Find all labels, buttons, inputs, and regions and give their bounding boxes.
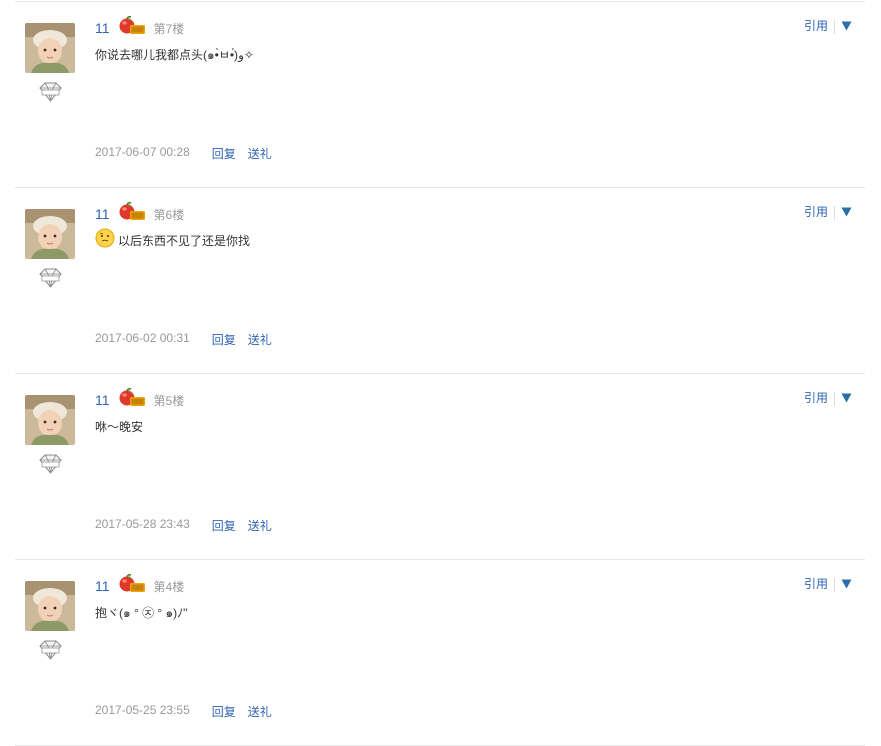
smiley-emoji-icon	[95, 228, 115, 248]
reply-link[interactable]: 回复	[212, 517, 236, 534]
diamond-badge-icon[interactable]	[38, 640, 63, 660]
triangle-down-icon[interactable]	[841, 578, 852, 592]
apple-level-icon	[118, 202, 146, 222]
post-date: 2017-06-07 00:28	[95, 145, 190, 159]
comment-footer: 2017-06-02 00:31 回复 送礼	[95, 331, 272, 348]
username-link[interactable]: 11	[95, 392, 110, 408]
comment-item: 11 第6楼 以后东西不见了还是你找 2017-06-02 00:31 回复 送…	[15, 188, 865, 374]
username-link[interactable]: 11	[95, 578, 110, 594]
username-link[interactable]: 11	[95, 20, 110, 36]
comment-item: 11 第5楼 咻～晚安 2017-05-28 23:43 回复 送礼 引用	[15, 374, 865, 560]
comment-meta: 11 第5楼	[95, 388, 185, 410]
post-date: 2017-06-02 00:31	[95, 331, 190, 345]
comment-content: 抱ヾ(๑ ° ㉨ ° ๑)ﾉ"	[95, 604, 187, 622]
reply-link[interactable]: 回复	[212, 145, 236, 162]
quote-link[interactable]: 引用	[804, 389, 828, 406]
username-link[interactable]: 11	[95, 206, 110, 222]
apple-level-icon	[118, 574, 146, 594]
comment-item: 11 第7楼 你说去哪儿我都点头(๑•̀ㅂ•́)و✧ 2017-06-07 00…	[15, 2, 865, 188]
gift-link[interactable]: 送礼	[248, 517, 272, 534]
divider	[834, 392, 835, 406]
apple-level-icon	[118, 388, 146, 408]
quote-link[interactable]: 引用	[804, 203, 828, 220]
diamond-badge-icon[interactable]	[38, 454, 63, 474]
avatar[interactable]	[25, 395, 75, 445]
divider	[834, 20, 835, 34]
avatar[interactable]	[25, 209, 75, 259]
comment-footer: 2017-06-07 00:28 回复 送礼	[95, 145, 272, 162]
post-date: 2017-05-25 23:55	[95, 703, 190, 717]
reply-link[interactable]: 回复	[212, 331, 236, 348]
gift-link[interactable]: 送礼	[248, 145, 272, 162]
gift-link[interactable]: 送礼	[248, 703, 272, 720]
comment-meta: 11 第6楼	[95, 202, 185, 224]
floor-number: 第7楼	[153, 21, 185, 36]
comment-footer: 2017-05-28 23:43 回复 送礼	[95, 517, 272, 534]
comment-footer: 2017-05-25 23:55 回复 送礼	[95, 703, 272, 720]
reply-link[interactable]: 回复	[212, 703, 236, 720]
floor-number: 第4楼	[153, 579, 185, 594]
diamond-badge-icon[interactable]	[38, 82, 63, 102]
quote-link[interactable]: 引用	[804, 17, 828, 34]
avatar[interactable]	[25, 581, 75, 631]
post-date: 2017-05-28 23:43	[95, 517, 190, 531]
gift-link[interactable]: 送礼	[248, 331, 272, 348]
divider	[834, 578, 835, 592]
comment-item: 11 第4楼 抱ヾ(๑ ° ㉨ ° ๑)ﾉ" 2017-05-25 23:55 …	[15, 560, 865, 746]
divider	[834, 206, 835, 220]
comment-text: 以后东西不见了还是你找	[118, 234, 251, 249]
apple-level-icon	[118, 16, 146, 36]
comment-text: 抱ヾ(๑ ° ㉨ ° ๑)ﾉ"	[95, 606, 188, 620]
comment-meta: 11 第4楼	[95, 574, 185, 596]
comment-content: 咻～晚安	[95, 418, 143, 436]
triangle-down-icon[interactable]	[841, 20, 852, 34]
comment-content: 以后东西不见了还是你找	[95, 228, 251, 252]
floor-number: 第6楼	[153, 207, 185, 222]
floor-number: 第5楼	[153, 393, 185, 408]
avatar[interactable]	[25, 23, 75, 73]
comment-list: 11 第7楼 你说去哪儿我都点头(๑•̀ㅂ•́)و✧ 2017-06-07 00…	[0, 0, 881, 746]
comment-content: 你说去哪儿我都点头(๑•̀ㅂ•́)و✧	[95, 46, 254, 64]
triangle-down-icon[interactable]	[841, 206, 852, 220]
comment-text: 咻～晚安	[95, 420, 144, 434]
triangle-down-icon[interactable]	[841, 392, 852, 406]
comment-text: 你说去哪儿我都点头(๑•̀ㅂ•́)و✧	[95, 48, 254, 62]
comment-meta: 11 第7楼	[95, 16, 185, 38]
diamond-badge-icon[interactable]	[38, 268, 63, 288]
quote-link[interactable]: 引用	[804, 575, 828, 592]
